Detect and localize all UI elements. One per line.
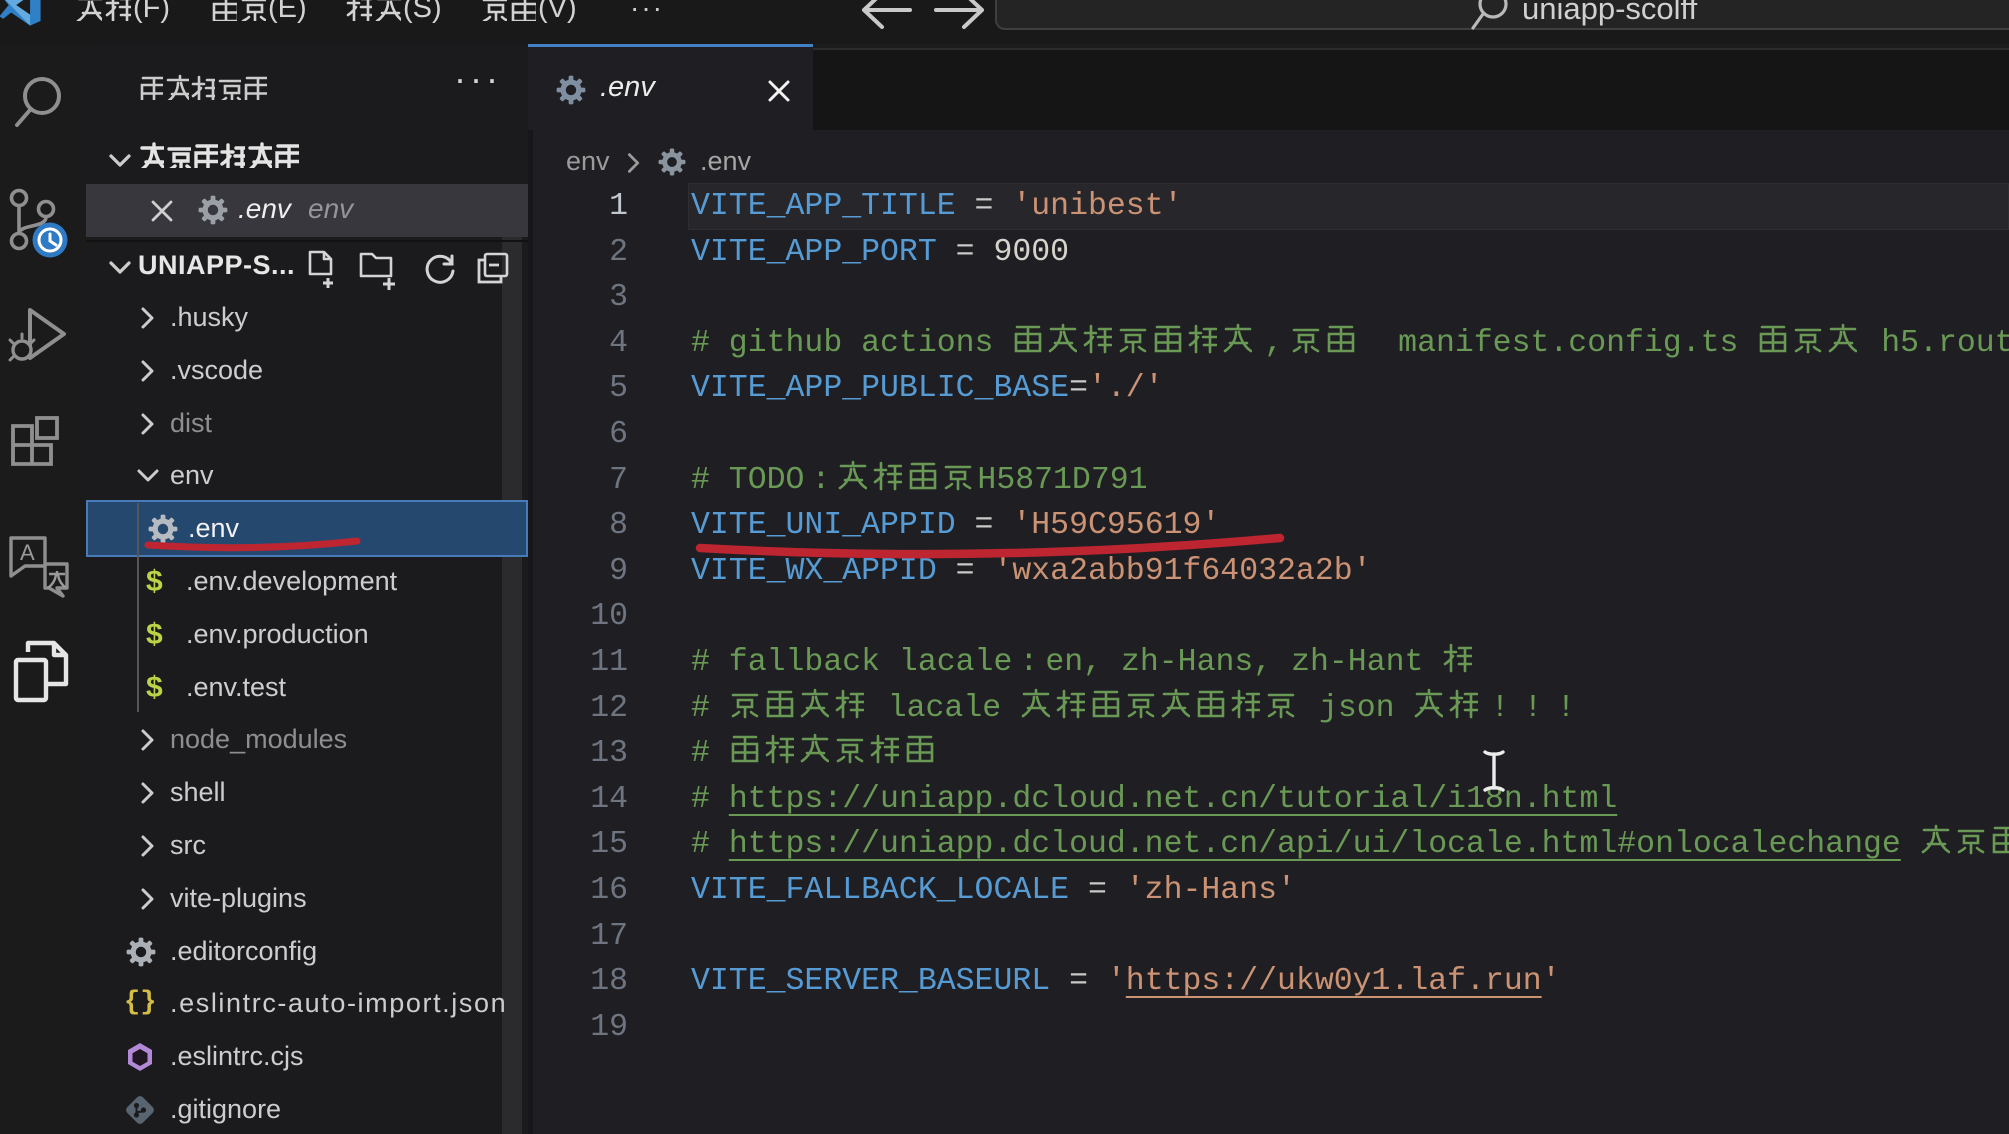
svg-text:A: A [20, 540, 35, 565]
